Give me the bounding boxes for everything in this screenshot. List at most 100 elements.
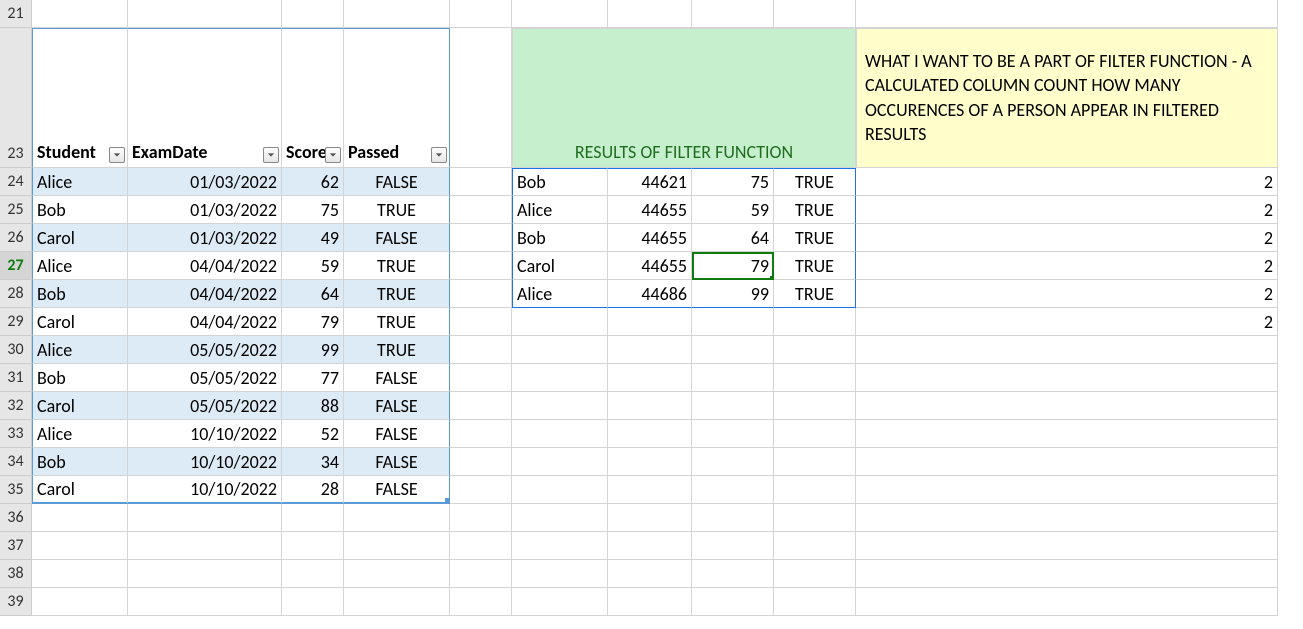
table-cell-student[interactable]: Bob xyxy=(32,448,128,476)
empty-cell[interactable] xyxy=(512,476,608,504)
table-cell-score[interactable]: 34 xyxy=(282,448,344,476)
filter-cell-serial[interactable]: 44655 xyxy=(608,196,692,224)
count-cell[interactable] xyxy=(856,392,1278,420)
empty-cell[interactable] xyxy=(608,0,692,28)
empty-cell[interactable] xyxy=(512,0,608,28)
empty-cell[interactable] xyxy=(512,560,608,588)
table-cell-passed[interactable]: FALSE xyxy=(344,392,450,420)
table-cell-student[interactable]: Bob xyxy=(32,280,128,308)
row-header[interactable]: 26 xyxy=(0,224,32,252)
table-cell-passed[interactable]: FALSE xyxy=(344,448,450,476)
filter-cell-student[interactable]: Alice xyxy=(512,196,608,224)
row-header[interactable]: 31 xyxy=(0,364,32,392)
count-cell[interactable]: 2 xyxy=(856,168,1278,196)
empty-cell[interactable] xyxy=(450,364,512,392)
empty-cell[interactable] xyxy=(692,308,774,336)
table-cell-date[interactable]: 04/04/2022 xyxy=(128,280,282,308)
filter-cell-score[interactable]: 64 xyxy=(692,224,774,252)
row-header[interactable]: 33 xyxy=(0,420,32,448)
empty-cell[interactable] xyxy=(450,308,512,336)
empty-cell[interactable] xyxy=(512,308,608,336)
table-cell-date[interactable]: 10/10/2022 xyxy=(128,448,282,476)
empty-cell[interactable] xyxy=(32,0,128,28)
note-cell[interactable]: WHAT I WANT TO BE A PART OF FILTER FUNCT… xyxy=(856,28,1278,168)
empty-cell[interactable] xyxy=(450,336,512,364)
table-cell-student[interactable]: Carol xyxy=(32,392,128,420)
empty-cell[interactable] xyxy=(512,588,608,616)
empty-cell[interactable] xyxy=(774,336,856,364)
row-header[interactable]: 34 xyxy=(0,448,32,476)
empty-cell[interactable] xyxy=(450,224,512,252)
empty-cell[interactable] xyxy=(774,420,856,448)
table-cell-date[interactable]: 01/03/2022 xyxy=(128,196,282,224)
empty-cell[interactable] xyxy=(32,504,128,532)
table-header-examDate[interactable]: ExamDate xyxy=(128,28,282,168)
table-cell-score[interactable]: 49 xyxy=(282,224,344,252)
empty-cell[interactable] xyxy=(512,448,608,476)
empty-cell[interactable] xyxy=(608,560,692,588)
empty-cell[interactable] xyxy=(856,560,1278,588)
table-cell-student[interactable]: Bob xyxy=(32,364,128,392)
empty-cell[interactable] xyxy=(128,532,282,560)
filter-cell-score[interactable]: 79 xyxy=(692,252,774,280)
empty-cell[interactable] xyxy=(692,364,774,392)
table-cell-passed[interactable]: TRUE xyxy=(344,280,450,308)
row-header[interactable]: 29 xyxy=(0,308,32,336)
table-cell-score[interactable]: 77 xyxy=(282,364,344,392)
empty-cell[interactable] xyxy=(608,392,692,420)
filter-results-header[interactable]: RESULTS OF FILTER FUNCTION xyxy=(512,28,856,168)
empty-cell[interactable] xyxy=(450,280,512,308)
filter-dropdown-icon[interactable] xyxy=(431,147,447,163)
table-cell-date[interactable]: 04/04/2022 xyxy=(128,252,282,280)
table-cell-date[interactable]: 01/03/2022 xyxy=(128,224,282,252)
filter-cell-serial[interactable]: 44686 xyxy=(608,280,692,308)
empty-cell[interactable] xyxy=(692,420,774,448)
filter-cell-passed[interactable]: TRUE xyxy=(774,196,856,224)
table-cell-date[interactable]: 01/03/2022 xyxy=(128,168,282,196)
table-cell-score[interactable]: 28 xyxy=(282,476,344,504)
empty-cell[interactable] xyxy=(450,420,512,448)
row-header[interactable]: 39 xyxy=(0,588,32,616)
empty-cell[interactable] xyxy=(450,0,512,28)
filter-cell-passed[interactable]: TRUE xyxy=(774,280,856,308)
row-header[interactable]: 38 xyxy=(0,560,32,588)
count-cell[interactable] xyxy=(856,420,1278,448)
count-cell[interactable] xyxy=(856,364,1278,392)
empty-cell[interactable] xyxy=(128,0,282,28)
empty-cell[interactable] xyxy=(774,364,856,392)
table-cell-passed[interactable]: TRUE xyxy=(344,336,450,364)
table-cell-student[interactable]: Alice xyxy=(32,252,128,280)
empty-cell[interactable] xyxy=(450,28,512,168)
filter-dropdown-icon[interactable] xyxy=(109,147,125,163)
filter-cell-passed[interactable]: TRUE xyxy=(774,168,856,196)
empty-cell[interactable] xyxy=(450,532,512,560)
count-cell[interactable]: 2 xyxy=(856,308,1278,336)
empty-cell[interactable] xyxy=(450,504,512,532)
count-cell[interactable]: 2 xyxy=(856,252,1278,280)
row-header[interactable]: 27 xyxy=(0,252,32,280)
row-header[interactable]: 24 xyxy=(0,168,32,196)
table-cell-passed[interactable]: FALSE xyxy=(344,168,450,196)
table-cell-student[interactable]: Alice xyxy=(32,336,128,364)
empty-cell[interactable] xyxy=(282,560,344,588)
empty-cell[interactable] xyxy=(32,532,128,560)
empty-cell[interactable] xyxy=(774,560,856,588)
empty-cell[interactable] xyxy=(774,532,856,560)
table-cell-score[interactable]: 52 xyxy=(282,420,344,448)
count-cell[interactable] xyxy=(856,476,1278,504)
empty-cell[interactable] xyxy=(512,532,608,560)
empty-cell[interactable] xyxy=(512,420,608,448)
empty-cell[interactable] xyxy=(692,588,774,616)
empty-cell[interactable] xyxy=(512,336,608,364)
table-cell-student[interactable]: Bob xyxy=(32,196,128,224)
table-cell-student[interactable]: Carol xyxy=(32,308,128,336)
filter-cell-score[interactable]: 75 xyxy=(692,168,774,196)
table-cell-passed[interactable]: FALSE xyxy=(344,224,450,252)
empty-cell[interactable] xyxy=(512,392,608,420)
empty-cell[interactable] xyxy=(282,0,344,28)
filter-cell-serial[interactable]: 44655 xyxy=(608,252,692,280)
empty-cell[interactable] xyxy=(608,336,692,364)
count-cell[interactable]: 2 xyxy=(856,224,1278,252)
filter-cell-passed[interactable]: TRUE xyxy=(774,252,856,280)
empty-cell[interactable] xyxy=(774,392,856,420)
